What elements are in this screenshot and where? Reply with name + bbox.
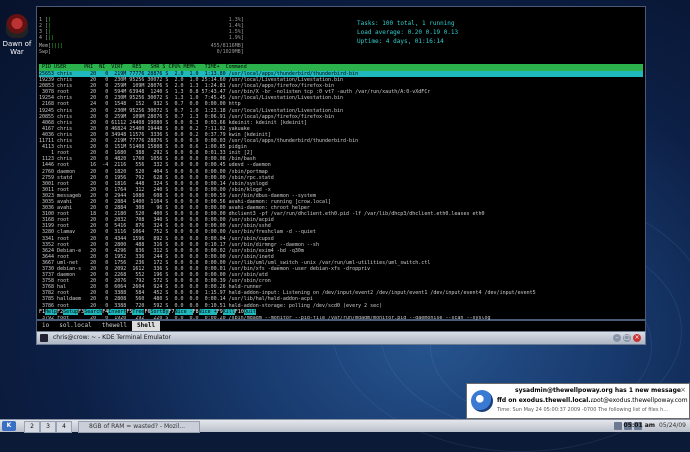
mail-notification[interactable]: sysadmin@thewellpoway.org has 1 new mess… <box>466 383 690 419</box>
minimize-button[interactable]: – <box>613 334 621 342</box>
maximize-button[interactable]: □ <box>623 334 631 342</box>
fkey-label: Help <box>45 309 58 315</box>
fkey-f10[interactable]: F10 <box>235 309 244 315</box>
desktop-pager-4[interactable]: 4 <box>56 421 72 433</box>
fkey-label: Invert <box>108 309 127 315</box>
fkey-f7[interactable]: F7 <box>169 309 175 315</box>
uptime: Uptime: 4 days, 01:16:14 <box>357 38 444 45</box>
fkey-label: Nice + <box>198 309 217 315</box>
fkey-label: Nice - <box>174 309 193 315</box>
system-summary: Tasks: 100 total, 1 running Load average… <box>357 19 458 46</box>
game-icon <box>6 14 28 38</box>
swap-meter: Swp[ 0/1029MB] <box>39 49 244 55</box>
fkey-label: SortBy <box>150 309 169 315</box>
terminal-window[interactable]: 1 [| 1.3%] 2 [| 1.4%] 3 [| 1.5%] 4 [|| 1… <box>36 6 646 321</box>
close-icon[interactable]: × <box>680 386 686 394</box>
tasks-count: Tasks: 100 total, 1 running <box>357 20 455 27</box>
desktop-pager-3[interactable]: 3 <box>40 421 56 433</box>
tray-icon[interactable] <box>614 422 622 430</box>
thunderbird-icon <box>471 390 493 412</box>
function-key-bar[interactable]: F1HelpF2SetupF3SearchF4InvertF5TreeF6Sor… <box>39 309 643 316</box>
desktop-pager-2[interactable]: 2 <box>24 421 40 433</box>
fkey-label: Quit <box>243 309 256 315</box>
tab-shell[interactable]: Shell <box>132 321 161 331</box>
fkey-label: Setup <box>63 309 79 315</box>
kmenu-button[interactable]: K <box>2 421 16 431</box>
notification-from: ffd on exodus.thewell.local... <box>497 397 596 404</box>
window-titlebar[interactable]: chris@crow: ~ - KDE Terminal Emulator – … <box>36 331 646 345</box>
clock[interactable]: 05:01 am 05/24/09 <box>624 420 686 432</box>
window-title: chris@crow: ~ - KDE Terminal Emulator <box>53 334 171 341</box>
taskbar-item-firefox[interactable]: 8GB of RAM = wasted? - Mozil... <box>78 421 200 433</box>
tab-sol-local[interactable]: sol.local <box>54 321 97 331</box>
load-average: Load average: 0.20 0.19 0.13 <box>357 29 459 36</box>
desktop-icon-label: Dawn of War <box>2 40 32 56</box>
fkey-label: Kill <box>222 309 235 315</box>
notification-body: Time: Sun May 24 05:00:37 2009 -0700 The… <box>497 407 669 413</box>
fkey-f9[interactable]: F9 <box>217 309 223 315</box>
desktop-icon-dawn-of-war[interactable]: Dawn of War <box>2 14 32 56</box>
fkey-label: Tree <box>132 309 145 315</box>
process-table-header[interactable]: PID USER PRI NI VIRT RES SHR S CPU% MEM%… <box>39 64 643 71</box>
fkey-label: Search <box>84 309 103 315</box>
htop-meters: 1 [| 1.3%] 2 [| 1.4%] 3 [| 1.5%] 4 [|| 1… <box>39 9 643 61</box>
tab-thewell[interactable]: thewell <box>97 321 132 331</box>
cpu-meter-4: 4 [|| 1.9%] <box>39 35 244 41</box>
terminal-icon <box>40 334 48 342</box>
notification-address: root@exodus.thewellpoway.com <box>591 397 688 404</box>
process-table[interactable]: 25653 chris 20 0 219M 77776 28876 S 2.0 … <box>39 71 643 321</box>
notification-title: sysadmin@thewellpoway.org has 1 new mess… <box>515 387 681 394</box>
fkey-f8[interactable]: F8 <box>193 309 199 315</box>
taskbar: K 2 3 4 8GB of RAM = wasted? - Mozil... … <box>0 419 690 433</box>
tab-io[interactable]: io <box>37 321 54 331</box>
close-button[interactable]: × <box>633 334 641 342</box>
